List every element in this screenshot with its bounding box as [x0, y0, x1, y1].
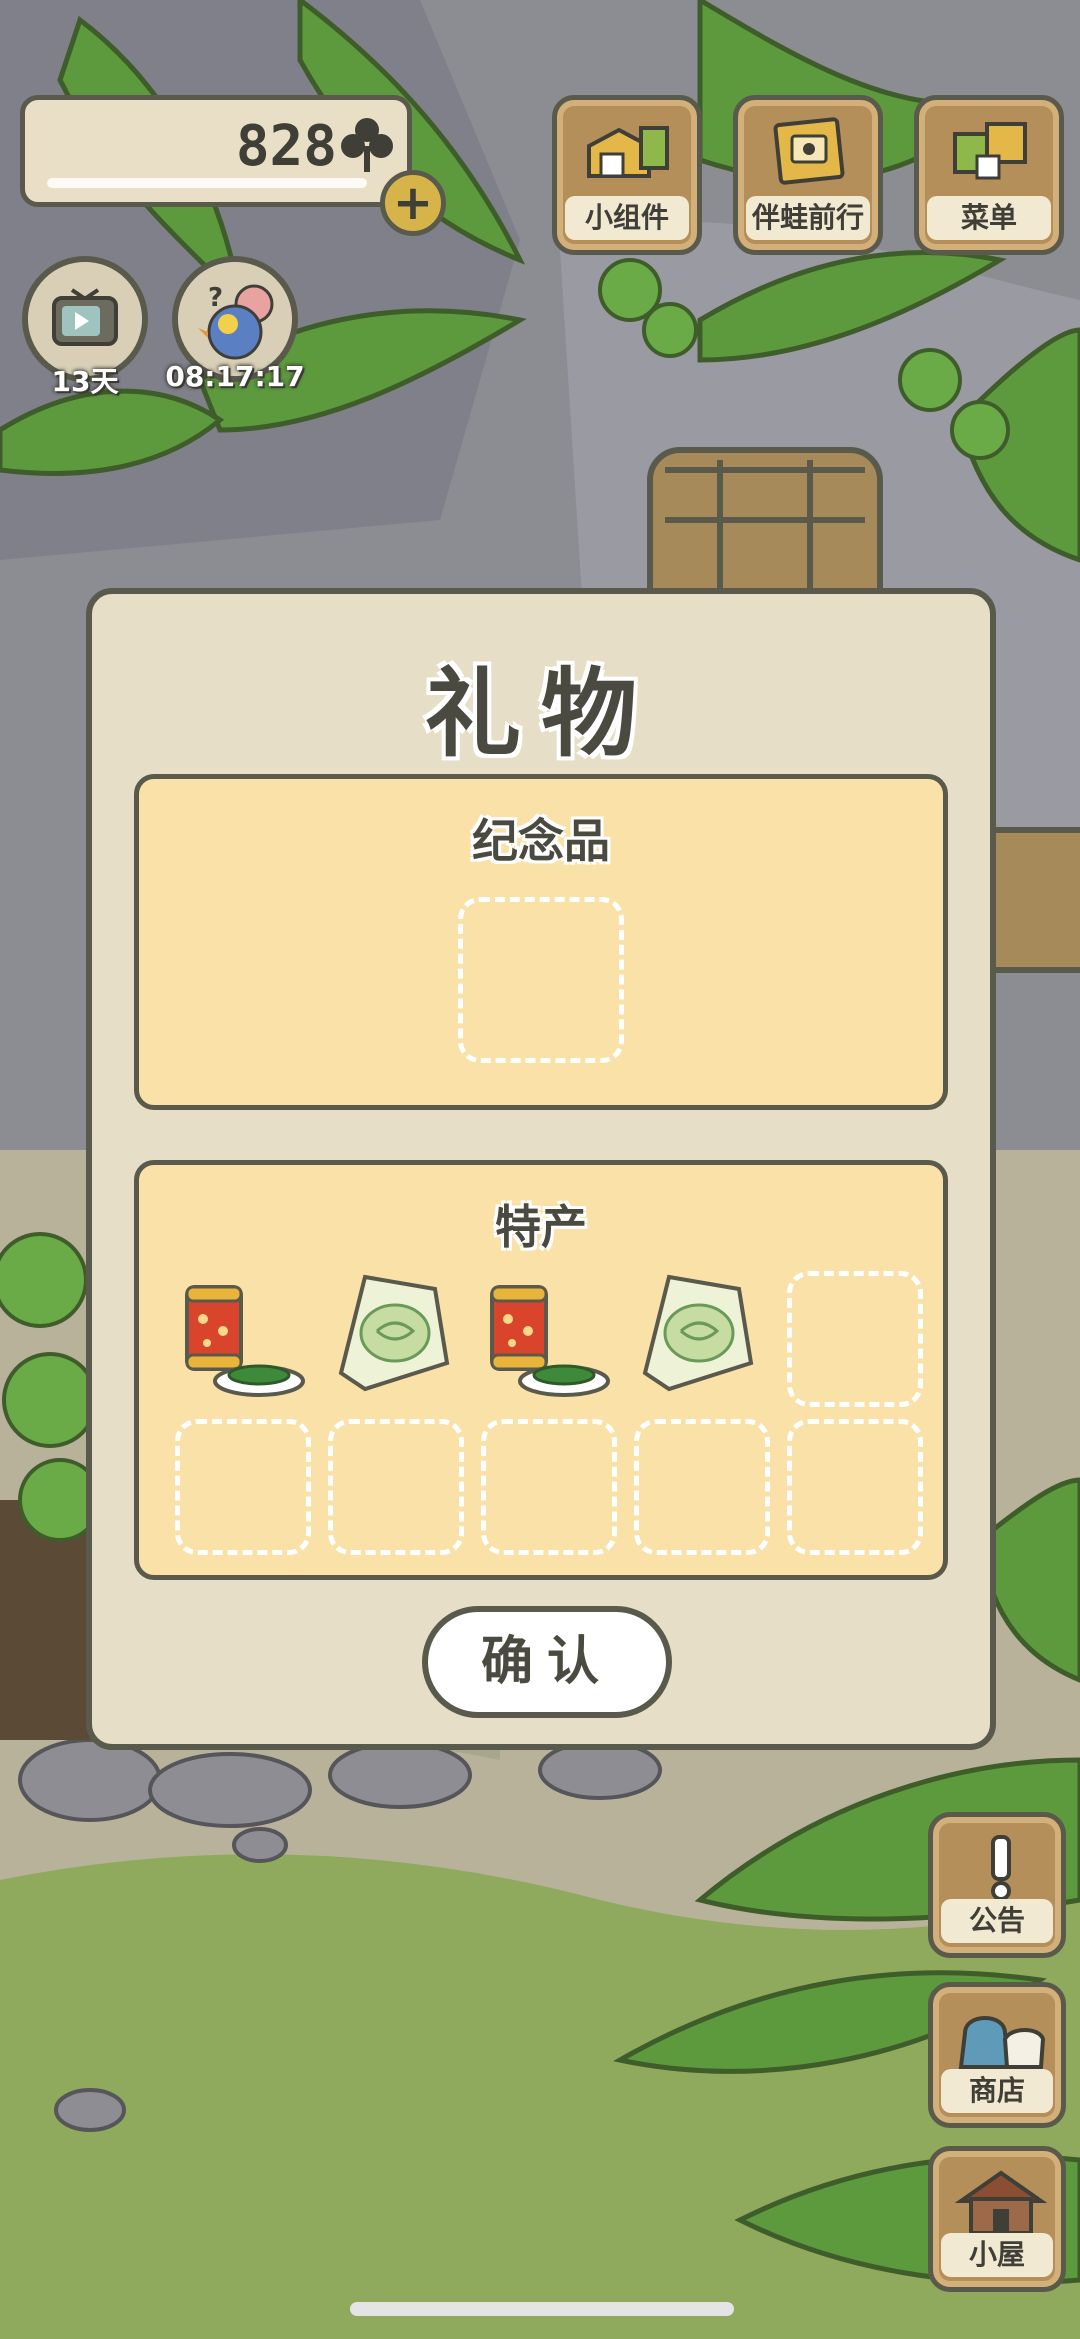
dialog-title: 礼物	[425, 658, 657, 770]
house-icon	[955, 2170, 1048, 2235]
shop-label: 商店	[941, 2069, 1053, 2113]
souvenir-panel: 纪念品	[134, 774, 948, 1110]
shop-button[interactable]: 商店	[928, 1982, 1066, 2128]
widget-label: 小组件	[565, 196, 689, 240]
specialty-slot-empty[interactable]	[787, 1271, 923, 1407]
rice-cracker-icon	[338, 1274, 450, 1392]
specialty-title: 特产	[495, 1200, 587, 1254]
clover-bar	[47, 178, 367, 188]
house-button[interactable]: 小屋	[928, 2146, 1066, 2292]
gift-dialog: 礼物 纪念品 特产 确认	[86, 588, 996, 1750]
notice-button[interactable]: 公告	[928, 1812, 1066, 1958]
add-clover-button[interactable]: +	[380, 170, 446, 236]
tv-icon	[28, 262, 142, 376]
specialty-slot-empty[interactable]	[634, 1419, 770, 1555]
specialty-slot-empty[interactable]	[787, 1419, 923, 1555]
frog-companion-button[interactable]: 伴蛙前行	[733, 95, 883, 255]
specialty-panel: 特产	[134, 1160, 948, 1580]
specialty-slot-empty[interactable]	[175, 1419, 311, 1555]
widget-icon	[587, 126, 669, 178]
menu-icon	[953, 122, 1027, 180]
bird-visitor-icon: ?	[178, 262, 292, 376]
confirm-button[interactable]: 确认	[422, 1606, 672, 1718]
tea-can-icon	[185, 1285, 305, 1397]
rice-cracker-icon	[642, 1274, 754, 1392]
specialty-slot-empty[interactable]	[328, 1419, 464, 1555]
frog-companion-label: 伴蛙前行	[746, 196, 870, 240]
shop-icon	[958, 2016, 1046, 2069]
specialty-item-tea-edamame[interactable]	[179, 1273, 309, 1407]
specialty-item-rice-cracker[interactable]	[335, 1269, 455, 1403]
clover-count-value: 828	[235, 114, 337, 179]
menu-button[interactable]: 菜单	[914, 95, 1064, 255]
home-indicator[interactable]	[350, 2302, 734, 2316]
clover-counter: 828	[20, 95, 412, 207]
frog-companion-icon	[773, 117, 845, 185]
menu-label: 菜单	[927, 196, 1051, 240]
widget-button[interactable]: 小组件	[552, 95, 702, 255]
souvenir-slot[interactable]	[458, 897, 624, 1063]
specialty-item-tea-edamame-2[interactable]	[484, 1273, 614, 1407]
house-label: 小屋	[941, 2233, 1053, 2277]
notice-icon	[991, 1835, 1011, 1901]
svg-text:?: ?	[208, 283, 223, 313]
specialty-slot-empty[interactable]	[481, 1419, 617, 1555]
visitor-timer-label: 08:17:17	[165, 360, 305, 393]
souvenir-title: 纪念品	[472, 814, 610, 868]
notice-label: 公告	[941, 1899, 1053, 1943]
clover-icon	[341, 116, 393, 180]
tea-can-icon	[490, 1285, 610, 1397]
specialty-item-rice-cracker-2[interactable]	[639, 1269, 759, 1403]
